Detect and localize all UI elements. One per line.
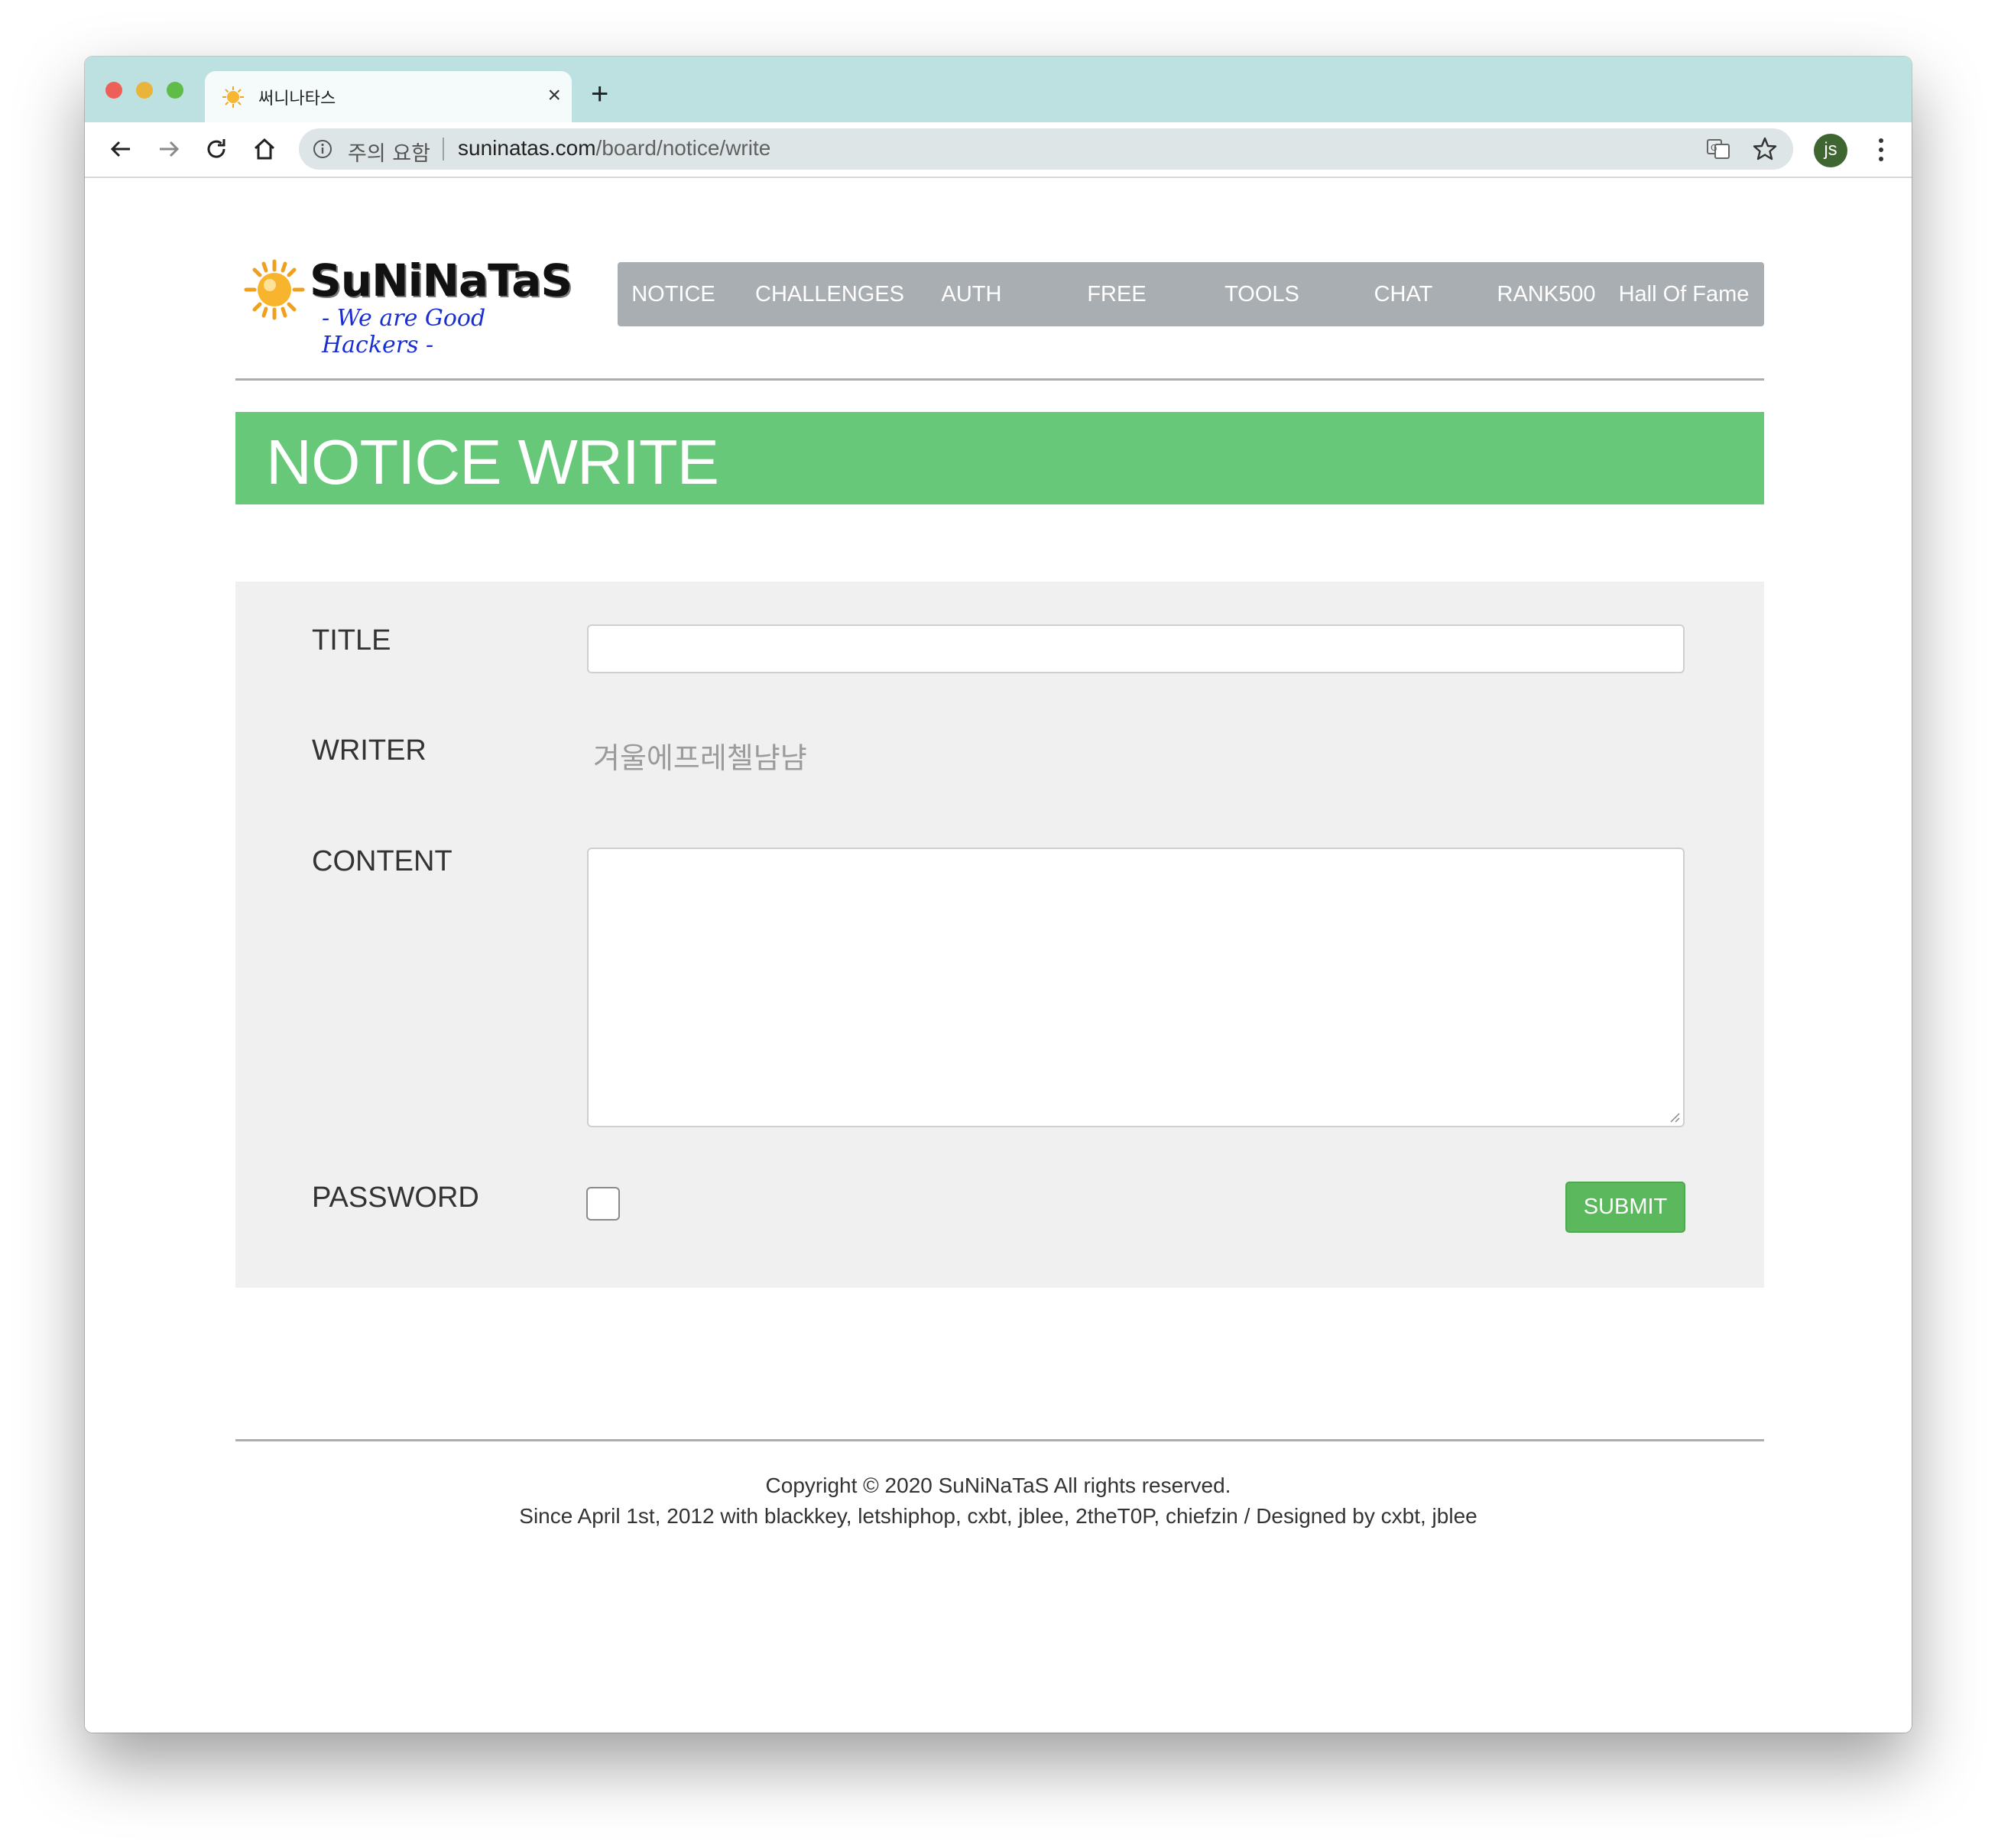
forward-button[interactable]	[150, 130, 188, 168]
content-textarea[interactable]	[587, 848, 1685, 1127]
logo-title: SuNiNaTaS	[310, 255, 572, 306]
writer-value: 겨울에프레첼냠냠	[593, 741, 807, 775]
browser-toolbar: 주의 요함 suninatas.com/board/notice/write G…	[85, 122, 1912, 178]
url-path: /board/notice/write	[595, 136, 771, 160]
address-bar[interactable]: 주의 요함 suninatas.com/board/notice/write G	[299, 128, 1793, 170]
profile-avatar[interactable]: js	[1814, 134, 1847, 167]
submit-button[interactable]: SUBMIT	[1565, 1182, 1685, 1233]
maximize-window-button[interactable]	[167, 82, 183, 99]
url-domain: suninatas.com	[458, 136, 596, 160]
nav-hall-of-fame[interactable]: Hall Of Fame	[1613, 262, 1755, 326]
nav-challenges[interactable]: CHALLENGES	[755, 262, 904, 326]
browser-tab[interactable]: 써니나타스 ×	[205, 71, 572, 122]
page-title: NOTICE WRITE	[266, 426, 719, 498]
nav-free[interactable]: FREE	[1082, 262, 1151, 326]
tab-title: 써니나타스	[258, 89, 336, 109]
nav-notice[interactable]: NOTICE	[631, 262, 715, 326]
nav-rank500[interactable]: RANK500	[1497, 262, 1596, 326]
nav-tools[interactable]: TOOLS	[1216, 262, 1308, 326]
sun-logo-icon	[244, 259, 305, 320]
url-text[interactable]: suninatas.com/board/notice/write	[458, 136, 770, 160]
info-icon[interactable]	[313, 139, 332, 159]
bookmark-star-icon[interactable]	[1752, 136, 1778, 162]
new-tab-button[interactable]: +	[591, 76, 608, 112]
header-divider	[235, 378, 1764, 381]
logo-tagline: - We are Good Hackers -	[322, 305, 486, 358]
reload-button[interactable]	[197, 130, 235, 168]
title-input[interactable]	[587, 624, 1685, 673]
address-separator	[443, 138, 444, 160]
main-nav: NOTICE CHALLENGES AUTH FREE TOOLS CHAT R…	[618, 262, 1764, 326]
title-bar: 써니나타스 × +	[85, 57, 1912, 122]
nav-chat[interactable]: CHAT	[1365, 262, 1442, 326]
web-page: SuNiNaTaS - We are Good Hackers - NOTICE…	[85, 178, 1912, 1733]
footer-credits: Since April 1st, 2012 with blackkey, let…	[519, 1504, 1477, 1528]
site-logo[interactable]: SuNiNaTaS - We are Good Hackers -	[244, 255, 572, 358]
password-checkbox[interactable]	[586, 1187, 620, 1221]
browser-window: 써니나타스 × + 주의 요함 suninatas.com/board/noti…	[85, 57, 1912, 1733]
close-window-button[interactable]	[105, 82, 122, 99]
page-banner: NOTICE WRITE	[235, 412, 1764, 504]
forward-arrow-icon	[160, 141, 180, 157]
minimize-window-button[interactable]	[136, 82, 153, 99]
nav-auth[interactable]: AUTH	[937, 262, 1006, 326]
svg-text:G: G	[1711, 143, 1717, 153]
write-form: TITLE WRITER 겨울에프레첼냠냠 CONTENT PASSWORD S…	[235, 582, 1764, 1288]
password-label: PASSWORD	[312, 1182, 479, 1214]
menu-dots-icon[interactable]	[1876, 133, 1886, 167]
reload-icon	[207, 139, 225, 158]
title-label: TITLE	[312, 624, 391, 657]
tab-close-icon[interactable]: ×	[547, 82, 561, 109]
sun-favicon-icon	[222, 86, 244, 108]
footer-divider	[235, 1439, 1764, 1441]
home-icon	[254, 138, 275, 160]
content-label: CONTENT	[312, 845, 452, 877]
back-button[interactable]	[102, 130, 140, 168]
home-button[interactable]	[245, 130, 284, 168]
security-warning-label[interactable]: 주의 요함	[348, 137, 430, 167]
footer-copyright: Copyright © 2020 SuNiNaTaS All rights re…	[765, 1474, 1231, 1497]
resize-grip-icon[interactable]	[1668, 1110, 1680, 1123]
translate-icon[interactable]: G	[1706, 138, 1730, 160]
writer-label: WRITER	[312, 734, 427, 767]
back-arrow-icon	[110, 141, 130, 157]
